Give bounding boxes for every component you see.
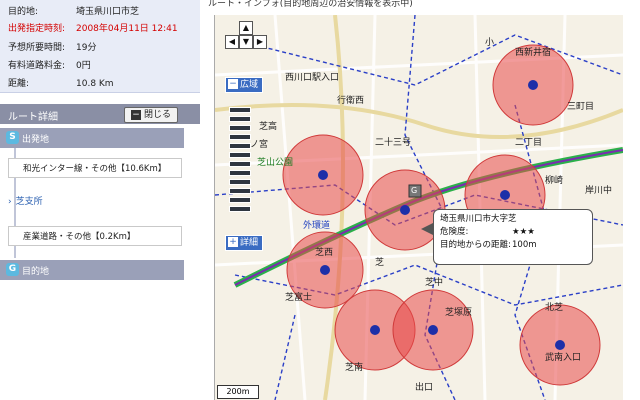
goal-label: 目的地	[22, 267, 50, 277]
map-label: 芝山公園	[257, 158, 294, 168]
map-label: 芝中	[425, 278, 444, 288]
map-label: 柳崎	[545, 176, 564, 186]
zoom-wide-button[interactable]: − 広域	[225, 77, 263, 93]
map-label: 三町目	[567, 102, 595, 112]
map-label: 芝	[375, 258, 385, 268]
route-road-1[interactable]: 和光インター線・その他【10.6Km】	[8, 158, 182, 178]
pan-up-icon[interactable]: ▲	[239, 21, 253, 35]
scale-bar: 200m	[217, 385, 259, 399]
map-graphics	[215, 15, 623, 400]
balloon-address: 埼玉県川口市大字芝	[440, 214, 517, 224]
pan-down-icon[interactable]: ▼	[239, 35, 253, 49]
minus-icon: −	[228, 79, 238, 89]
map-pan-control: ▲ ◀ ▶ ▼	[225, 21, 267, 49]
route-stop[interactable]: › 芝支所	[8, 194, 43, 207]
map-label: 武南入口	[545, 353, 582, 363]
map-label: 行衛西	[337, 96, 365, 106]
info-row-distance: 距離: 10.8 Km	[8, 79, 114, 89]
map-label: 芝南	[345, 363, 364, 373]
route-detail-header: ルート詳細 − 閉じる	[0, 104, 200, 124]
info-row-departure-time: 出発指定時刻: 2008年04月11日 12:41	[8, 24, 178, 34]
map-label: 芝西	[315, 248, 334, 258]
trip-info: 目的地: 埼玉県川口市芝 出発指定時刻: 2008年04月11日 12:41 予想所…	[0, 0, 200, 93]
close-button[interactable]: − 閉じる	[124, 107, 178, 123]
map-label: 二丁目	[515, 138, 543, 148]
map-label: ノ宮	[250, 140, 269, 150]
map-label: 二十三号	[375, 138, 412, 148]
start-badge-icon: S	[6, 131, 19, 144]
balloon-danger: 危険度: ★★★	[440, 227, 535, 237]
map-label: 西川口駅入口	[285, 73, 340, 83]
balloon-distance: 目的地からの距離:100m	[440, 240, 537, 250]
info-balloon: 埼玉県川口市大字芝 危険度: ★★★ 目的地からの距離:100m	[433, 209, 593, 265]
pan-left-icon[interactable]: ◀	[225, 35, 239, 49]
plus-icon: +	[228, 237, 238, 247]
minus-icon: −	[130, 110, 141, 120]
info-row-destination: 目的地: 埼玉県川口市芝	[8, 7, 140, 17]
zoom-slider[interactable]	[229, 107, 251, 227]
map-label: 出口	[415, 383, 434, 393]
start-label: 出発地	[22, 135, 50, 145]
route-panel: 目的地: 埼玉県川口市芝 出発指定時刻: 2008年04月11日 12:41 予想所…	[0, 0, 200, 400]
info-row-duration: 予想所要時間: 19分	[8, 43, 97, 53]
goal-marker-icon: G	[411, 186, 418, 195]
map-label: 岸川中	[585, 186, 613, 196]
chevron-right-icon: ›	[8, 197, 12, 207]
map-label: 西新井宿	[515, 48, 552, 58]
route-start[interactable]: S 出発地	[0, 128, 184, 148]
map-label: 芝富士	[285, 293, 313, 303]
map-label: 芝高	[259, 122, 278, 132]
page-title: ルート・インフォ(目的地周辺の治安情報を表示中)	[208, 0, 413, 9]
zoom-detail-button[interactable]: + 詳細	[225, 235, 263, 251]
map-label: 北芝	[545, 303, 564, 313]
map-label: 小	[485, 38, 495, 48]
route-detail-title: ルート詳細	[8, 112, 58, 123]
route-road-2[interactable]: 産業道路・その他【0.2Km】	[8, 226, 182, 246]
info-row-toll: 有料道路料金: 0円	[8, 61, 91, 71]
balloon-tail	[421, 223, 433, 235]
route-goal[interactable]: G 目的地	[0, 260, 184, 280]
goal-badge-icon: G	[6, 263, 19, 276]
map-label: 外環道	[303, 221, 331, 231]
map-label: 芝塚原	[445, 308, 473, 318]
pan-right-icon[interactable]: ▶	[253, 35, 267, 49]
map-view[interactable]: G ▲ ◀ ▶ ▼ − 広域 + 詳細 西川口駅入口 行衛西 西新井宿 三町目 芝高…	[214, 15, 623, 400]
